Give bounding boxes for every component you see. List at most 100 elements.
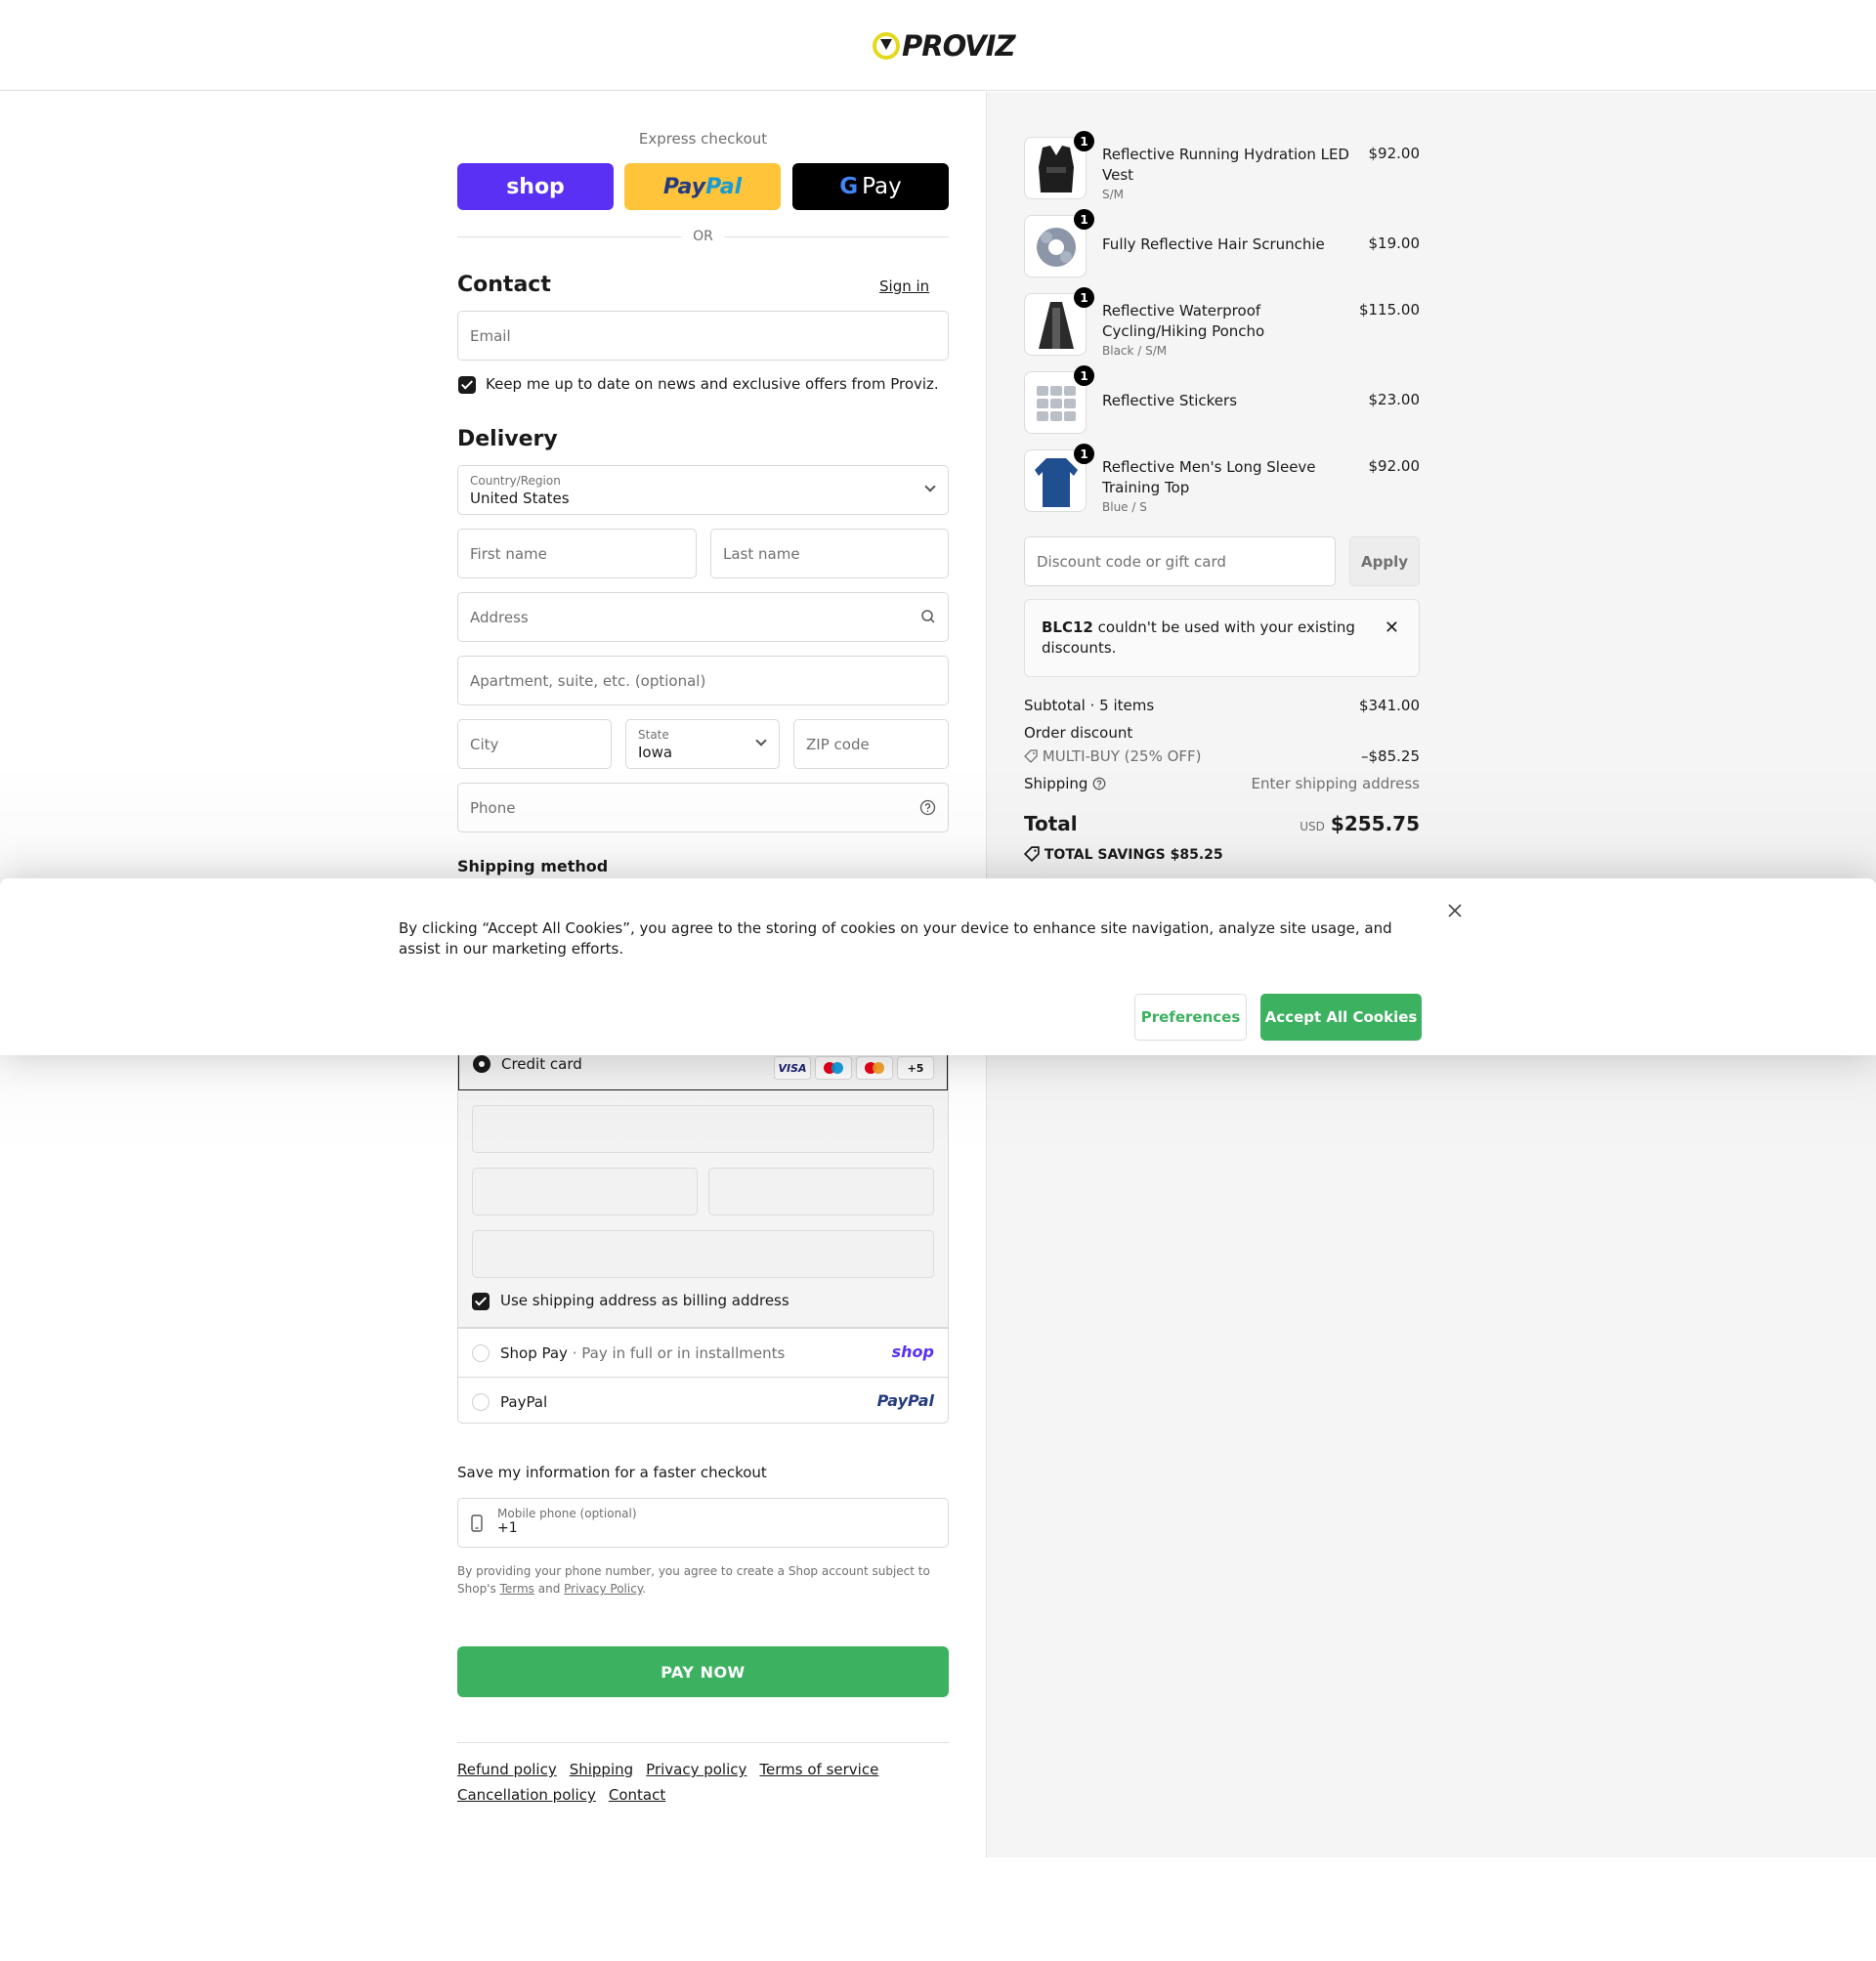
terms-link[interactable]: Terms bbox=[500, 1582, 534, 1596]
shipping-method-title: Shipping method bbox=[457, 857, 609, 875]
terms-of-service-link[interactable]: Terms of service bbox=[759, 1761, 878, 1778]
preferences-button[interactable]: Preferences bbox=[1134, 994, 1247, 1041]
cookie-banner: By clicking “Accept All Cookies”, you ag… bbox=[0, 878, 1876, 1055]
zip-field[interactable]: ZIP code bbox=[793, 719, 949, 769]
help-icon[interactable] bbox=[919, 799, 936, 820]
line-item: 1 Reflective Waterproof Cycling/Hiking P… bbox=[1024, 287, 1420, 358]
and-text: and bbox=[537, 1582, 561, 1596]
card-name-field[interactable] bbox=[472, 1230, 934, 1278]
item-variant: S/M bbox=[1102, 188, 1125, 201]
line-item: 1 Fully Reflective Hair Scrunchie $19.00 bbox=[1024, 209, 1421, 277]
shop-pay-button[interactable]: shop bbox=[457, 163, 614, 210]
privacy-policy-footer-link[interactable]: Privacy policy bbox=[646, 1761, 746, 1778]
mobile-phone-label: Mobile phone (optional) bbox=[497, 1507, 637, 1520]
shipping-row: Shipping Enter shipping address bbox=[1024, 775, 1420, 792]
mobile-phone-field[interactable]: Mobile phone (optional) +1 bbox=[457, 1498, 949, 1548]
discount-code-row: MULTI-BUY (25% OFF) –$85.25 bbox=[1024, 747, 1420, 765]
item-name: Reflective Men's Long Sleeve Training To… bbox=[1102, 458, 1316, 496]
apartment-field[interactable]: Apartment, suite, etc. (optional) bbox=[457, 656, 949, 705]
privacy-policy-link[interactable]: Privacy Policy bbox=[564, 1582, 642, 1596]
quantity-badge: 1 bbox=[1074, 209, 1094, 230]
paypal-radio[interactable] bbox=[472, 1393, 490, 1411]
shipping-link[interactable]: Shipping bbox=[570, 1761, 633, 1778]
card-expiry-field[interactable] bbox=[472, 1168, 698, 1215]
state-value: Iowa bbox=[638, 744, 673, 761]
refund-policy-link[interactable]: Refund policy bbox=[457, 1761, 557, 1778]
item-name: Fully Reflective Hair Scrunchie bbox=[1102, 235, 1325, 253]
total-savings-row: TOTAL SAVINGS $85.25 bbox=[1023, 846, 1420, 863]
item-variant: Blue / S bbox=[1102, 500, 1147, 514]
credit-card-label: Credit card bbox=[501, 1055, 582, 1073]
email-placeholder: Email bbox=[470, 327, 511, 345]
paypal-option-label: PayPal bbox=[500, 1393, 548, 1411]
apply-button[interactable]: Apply bbox=[1349, 536, 1420, 586]
savings-tag-icon bbox=[1023, 846, 1040, 863]
discount-error-notice: BLC12 couldn't be used with your existin… bbox=[1024, 599, 1420, 677]
newsletter-checkbox[interactable] bbox=[458, 376, 476, 394]
country-select[interactable]: Country/Region United States bbox=[457, 465, 949, 515]
shop-terms-notice: By providing your phone number, you agre… bbox=[457, 1562, 949, 1598]
accept-all-cookies-button[interactable]: Accept All Cookies bbox=[1260, 994, 1422, 1041]
close-icon[interactable] bbox=[1447, 900, 1463, 924]
paypal-option[interactable]: PayPal PayPal bbox=[458, 1377, 948, 1426]
paypal-button[interactable]: Pay Pal bbox=[624, 163, 781, 210]
search-icon bbox=[920, 609, 936, 628]
maestro-icon bbox=[815, 1056, 852, 1080]
or-divider: OR bbox=[457, 228, 949, 245]
shop-pay-label: shop bbox=[506, 174, 565, 199]
apartment-placeholder: Apartment, suite, etc. (optional) bbox=[470, 672, 706, 690]
paypal-label-b: Pal bbox=[705, 174, 743, 199]
discount-code-text: BLC12 bbox=[1042, 618, 1093, 636]
logo[interactable]: PROVIZ bbox=[873, 29, 1015, 63]
contact-link[interactable]: Contact bbox=[609, 1786, 665, 1804]
zip-placeholder: ZIP code bbox=[806, 736, 870, 753]
city-field[interactable]: City bbox=[457, 719, 612, 769]
save-info-label: Save my information for a faster checkou… bbox=[457, 1464, 767, 1481]
billing-same-checkbox[interactable] bbox=[472, 1293, 490, 1310]
close-icon[interactable]: ✕ bbox=[1385, 618, 1399, 638]
visa-icon: VISA bbox=[774, 1056, 811, 1080]
mobile-phone-icon bbox=[471, 1514, 483, 1536]
express-checkout-label: Express checkout bbox=[638, 130, 768, 148]
help-icon[interactable] bbox=[1092, 775, 1106, 792]
phone-placeholder: Phone bbox=[470, 799, 516, 817]
tag-icon bbox=[1024, 747, 1038, 765]
cancellation-policy-link[interactable]: Cancellation policy bbox=[457, 1786, 596, 1804]
email-field[interactable]: Email bbox=[457, 311, 949, 361]
country-label: Country/Region bbox=[470, 474, 561, 488]
shipping-label: Shipping bbox=[1024, 775, 1088, 792]
discount-value: –$85.25 bbox=[1361, 747, 1420, 765]
last-name-field[interactable]: Last name bbox=[710, 529, 949, 578]
payment-methods: Credit card VISA +5 Use shipping address… bbox=[457, 1036, 949, 1424]
period-text: . bbox=[642, 1582, 647, 1596]
state-label: State bbox=[638, 728, 669, 742]
proviz-logo-icon bbox=[873, 32, 900, 60]
item-price: $23.00 bbox=[1368, 391, 1421, 408]
quantity-badge: 1 bbox=[1074, 287, 1094, 308]
total-row: Total USD $255.75 bbox=[1024, 812, 1420, 839]
shop-pay-option[interactable]: Shop Pay · Pay in full or in installment… bbox=[458, 1328, 948, 1377]
discount-code-input[interactable]: Discount code or gift card bbox=[1024, 536, 1336, 586]
total-label: Total bbox=[1024, 812, 1078, 835]
card-cvv-field[interactable] bbox=[708, 1168, 934, 1215]
paypal-logo-icon: PayPal bbox=[876, 1391, 934, 1410]
credit-card-radio[interactable] bbox=[473, 1055, 490, 1073]
savings-value: $85.25 bbox=[1170, 847, 1223, 863]
state-select[interactable]: State Iowa bbox=[625, 719, 780, 769]
item-price: $19.00 bbox=[1368, 234, 1421, 252]
google-pay-label: Pay bbox=[862, 174, 902, 199]
google-pay-button[interactable]: G Pay bbox=[792, 163, 949, 210]
shop-pay-option-sub: · Pay in full or in installments bbox=[572, 1344, 786, 1362]
shop-pay-radio[interactable] bbox=[472, 1344, 490, 1362]
address-field[interactable]: Address bbox=[457, 592, 949, 642]
chevron-down-icon bbox=[755, 735, 767, 746]
phone-field[interactable]: Phone bbox=[457, 783, 949, 832]
card-number-field[interactable] bbox=[472, 1105, 934, 1153]
sign-in-link[interactable]: Sign in bbox=[879, 277, 929, 295]
pay-now-button[interactable]: PAY NOW bbox=[457, 1646, 949, 1697]
contact-title: Contact bbox=[457, 273, 551, 297]
shop-logo-icon: shop bbox=[891, 1343, 934, 1361]
first-name-field[interactable]: First name bbox=[457, 529, 697, 578]
cookie-text: By clicking “Accept All Cookies”, you ag… bbox=[399, 919, 1392, 958]
google-g-icon: G bbox=[839, 174, 859, 199]
